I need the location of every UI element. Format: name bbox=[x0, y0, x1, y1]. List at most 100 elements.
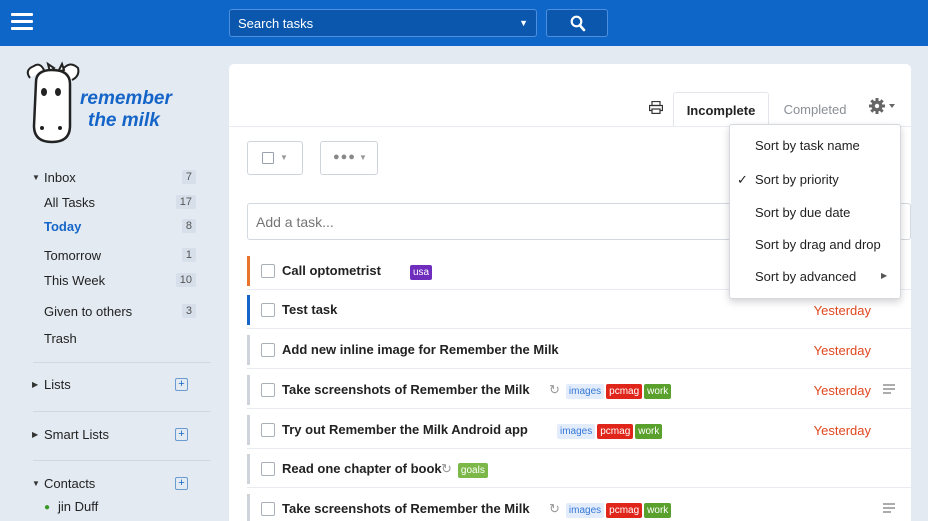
rtm-logo[interactable]: remember the milk bbox=[22, 56, 202, 156]
task-name: Read one chapter of book bbox=[282, 461, 442, 476]
sort-menu: Sort by task name ✓ Sort by priority Sor… bbox=[729, 124, 901, 299]
section-label: Contacts bbox=[44, 476, 96, 491]
chevron-down-icon: ▼ bbox=[359, 153, 367, 162]
priority-bar bbox=[247, 454, 250, 484]
repeat-icon: ↻ bbox=[549, 382, 560, 397]
printer-icon[interactable] bbox=[649, 101, 663, 114]
select-tasks-button[interactable]: ▼ bbox=[247, 141, 303, 175]
sidebar-item-today[interactable]: Today 8 bbox=[0, 216, 210, 238]
search-input[interactable]: Search tasks ▼ bbox=[229, 9, 537, 37]
divider bbox=[33, 362, 211, 363]
task-checkbox[interactable] bbox=[261, 303, 275, 317]
tag-goals[interactable]: goals bbox=[457, 463, 488, 478]
task-row[interactable]: Take screenshots of Remember the Milk ↻ i… bbox=[247, 490, 911, 521]
priority-bar bbox=[247, 335, 250, 365]
divider bbox=[33, 411, 211, 412]
priority-bar bbox=[247, 494, 250, 521]
task-tags: images pcmag work bbox=[557, 422, 664, 439]
notes-icon[interactable] bbox=[883, 503, 895, 513]
task-checkbox[interactable] bbox=[261, 502, 275, 516]
sidebar-item-label: Trash bbox=[44, 331, 77, 346]
sidebar-item-label: Tomorrow bbox=[44, 248, 102, 263]
caret-down-icon[interactable]: ▼ bbox=[32, 479, 40, 488]
count-badge: 10 bbox=[175, 273, 196, 287]
chevron-down-icon[interactable]: ▼ bbox=[519, 18, 528, 28]
tag-pcmag[interactable]: pcmag bbox=[597, 424, 634, 439]
tag-work[interactable]: work bbox=[644, 384, 672, 399]
menu-item-label: Sort by priority bbox=[755, 172, 839, 187]
due-date: Yesterday bbox=[813, 303, 871, 318]
menu-item-sort-advanced[interactable]: Sort by advanced ▶ bbox=[730, 261, 900, 293]
add-list-button[interactable]: + bbox=[175, 378, 188, 391]
tag-pcmag[interactable]: pcmag bbox=[606, 384, 643, 399]
add-smart-list-button[interactable]: + bbox=[175, 428, 188, 441]
task-checkbox[interactable] bbox=[261, 343, 275, 357]
task-name: Call optometrist bbox=[282, 263, 381, 278]
tag-work[interactable]: work bbox=[635, 424, 663, 439]
task-tags: ↻ images pcmag work bbox=[545, 501, 673, 518]
sidebar-item-all-tasks[interactable]: All Tasks 17 bbox=[0, 192, 210, 214]
more-actions-button[interactable]: ●●● ▼ bbox=[320, 141, 378, 175]
contact-avatar-icon: ● bbox=[44, 502, 51, 513]
contact-name: jin Duff bbox=[58, 499, 99, 514]
sidebar-contact[interactable]: ● jin Duff bbox=[0, 496, 210, 518]
menu-item-sort-due-date[interactable]: Sort by due date bbox=[730, 197, 900, 229]
tag-pcmag[interactable]: pcmag bbox=[606, 503, 643, 518]
divider bbox=[33, 460, 211, 461]
menu-item-sort-drag-drop[interactable]: Sort by drag and drop bbox=[730, 229, 900, 261]
task-checkbox[interactable] bbox=[261, 264, 275, 278]
task-row[interactable]: Add new inline image for Remember the Mi… bbox=[247, 331, 911, 369]
task-row[interactable]: Take screenshots of Remember the Milk ↻ i… bbox=[247, 371, 911, 409]
submenu-arrow-icon: ▶ bbox=[881, 271, 888, 280]
task-checkbox[interactable] bbox=[261, 462, 275, 476]
priority-bar bbox=[247, 256, 250, 286]
due-date: Yesterday bbox=[813, 343, 871, 358]
task-checkbox[interactable] bbox=[261, 383, 275, 397]
tag-images[interactable]: images bbox=[565, 503, 605, 518]
priority-bar bbox=[247, 375, 250, 405]
sidebar-item-given-to-others[interactable]: Given to others 3 bbox=[0, 301, 210, 323]
count-badge: 7 bbox=[181, 170, 196, 184]
menu-item-sort-task-name[interactable]: Sort by task name bbox=[730, 130, 900, 162]
sidebar-item-trash[interactable]: Trash bbox=[0, 328, 210, 350]
gear-icon[interactable] bbox=[868, 97, 898, 115]
sidebar-section-lists[interactable]: ▶ Lists + bbox=[0, 374, 210, 396]
search-button[interactable] bbox=[546, 9, 608, 37]
sidebar-section-contacts[interactable]: ▼ Contacts + bbox=[0, 473, 210, 495]
due-date: Yesterday bbox=[813, 383, 871, 398]
hamburger-menu-icon[interactable] bbox=[11, 13, 33, 31]
tag-images[interactable]: images bbox=[557, 424, 596, 439]
due-date: Yesterday bbox=[813, 423, 871, 438]
sidebar-item-label: This Week bbox=[44, 273, 106, 288]
priority-bar bbox=[247, 295, 250, 325]
caret-right-icon[interactable]: ▶ bbox=[32, 380, 38, 389]
count-badge: 8 bbox=[181, 219, 196, 233]
repeat-icon: ↻ bbox=[549, 501, 560, 516]
task-name: Try out Remember the Milk Android app bbox=[282, 422, 528, 437]
task-checkbox[interactable] bbox=[261, 423, 275, 437]
tab-completed[interactable]: Completed bbox=[777, 92, 853, 126]
caret-right-icon[interactable]: ▶ bbox=[32, 430, 38, 439]
menu-item-sort-priority[interactable]: ✓ Sort by priority bbox=[730, 164, 900, 196]
notes-icon[interactable] bbox=[883, 384, 895, 394]
task-row[interactable]: Read one chapter of book ↻ goals bbox=[247, 450, 911, 488]
caret-down-icon[interactable]: ▼ bbox=[32, 173, 40, 182]
count-badge: 3 bbox=[181, 304, 196, 318]
task-name: Take screenshots of Remember the Milk bbox=[282, 501, 530, 516]
tag-images[interactable]: images bbox=[565, 384, 605, 399]
task-row[interactable]: Try out Remember the Milk Android app im… bbox=[247, 411, 911, 449]
sidebar-item-label: Today bbox=[44, 219, 82, 234]
tag-work[interactable]: work bbox=[644, 503, 672, 518]
checkmark-icon: ✓ bbox=[737, 172, 748, 187]
task-name: Test task bbox=[282, 302, 338, 317]
sidebar-item-this-week[interactable]: This Week 10 bbox=[0, 270, 210, 292]
tab-incomplete[interactable]: Incomplete bbox=[673, 92, 769, 126]
sidebar-item-inbox[interactable]: ▼ Inbox 7 bbox=[0, 167, 210, 189]
sidebar-section-smart-lists[interactable]: ▶ Smart Lists + bbox=[0, 424, 210, 446]
add-contact-button[interactable]: + bbox=[175, 477, 188, 490]
menu-item-label: Sort by due date bbox=[755, 205, 851, 220]
sidebar-item-label: All Tasks bbox=[44, 195, 96, 210]
logo-text-remember: remember bbox=[80, 88, 173, 109]
tag-usa[interactable]: usa bbox=[410, 265, 433, 280]
sidebar-item-tomorrow[interactable]: Tomorrow 1 bbox=[0, 245, 210, 267]
